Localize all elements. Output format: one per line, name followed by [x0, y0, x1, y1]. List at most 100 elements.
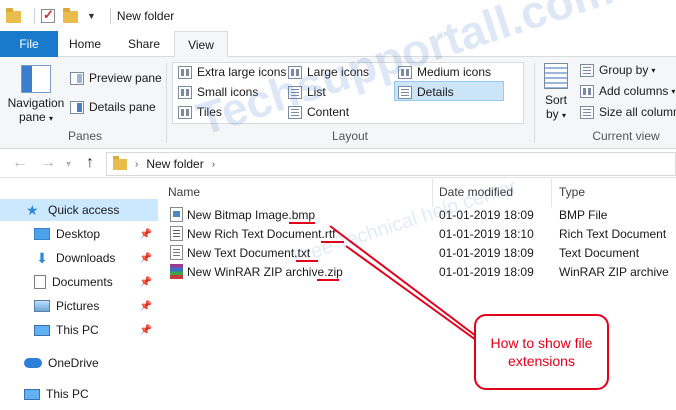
add-columns-label: Add columns [599, 84, 669, 98]
chevron-right-icon[interactable]: › [212, 159, 215, 170]
address-field[interactable]: › New folder › [106, 152, 676, 176]
details-button[interactable]: Details [398, 83, 454, 101]
extra-large-icons-button[interactable]: Extra large icons [178, 63, 286, 81]
properties-icon[interactable] [41, 7, 55, 23]
small-icons-button[interactable]: Small icons [178, 83, 258, 101]
chevron-down-icon: ▾ [671, 86, 676, 96]
content-button[interactable]: Content [288, 103, 349, 121]
sidebar-item-quick-access[interactable]: ★ Quick access [0, 199, 158, 221]
file-name: New WinRAR ZIP archive.zip [187, 265, 343, 279]
sidebar-item-onedrive[interactable]: OneDrive [0, 352, 158, 374]
file-date: 01-01-2019 18:09 [439, 208, 534, 222]
pc-icon [24, 388, 40, 400]
group-by-button[interactable]: Group by ▾ [580, 61, 655, 79]
back-arrow-icon[interactable]: ← [12, 154, 28, 172]
small-icons-label: Small icons [197, 85, 259, 99]
tab-share[interactable]: Share [116, 31, 172, 57]
zip-file-icon [170, 264, 183, 279]
tiles-label: Tiles [197, 105, 222, 119]
preview-pane-label: Preview pane [89, 71, 162, 85]
add-columns-button[interactable]: Add columns ▾ [580, 82, 675, 100]
sidebar-item-label: Desktop [56, 227, 101, 241]
divider [166, 63, 167, 143]
address-bar-row: ← → ▾ ↑ › New folder › [0, 150, 676, 178]
file-row[interactable]: New Rich Text Document.rtf 01-01-2019 18… [158, 225, 676, 244]
column-header-name[interactable]: Name [168, 185, 200, 199]
file-row[interactable]: New Text Document.txt 01-01-2019 18:09 T… [158, 244, 676, 263]
pin-icon[interactable]: 📌 [140, 277, 152, 288]
window-title: New folder [116, 8, 175, 23]
pc-icon [34, 324, 50, 336]
divider [34, 7, 35, 24]
tiles-icon [178, 105, 192, 119]
sidebar-item-label: This PC [56, 323, 99, 337]
medium-icons-button[interactable]: Medium icons [398, 63, 491, 81]
size-all-columns-button[interactable]: Size all column [580, 103, 676, 121]
onedrive-icon [24, 358, 42, 368]
file-type: WinRAR ZIP archive [559, 265, 669, 279]
desktop-icon [34, 228, 50, 240]
folder-icon[interactable] [6, 7, 22, 24]
sidebar-item-downloads[interactable]: ⬇ Downloads 📌 [0, 247, 158, 269]
current-view-group-label: Current view [592, 129, 660, 143]
sort-by-icon [544, 63, 568, 89]
file-row[interactable]: New WinRAR ZIP archive.zip 01-01-2019 18… [158, 263, 676, 282]
sidebar-item-label: Pictures [56, 299, 100, 313]
sidebar-item-this-pc[interactable]: This PC [0, 383, 158, 405]
file-name: New Bitmap Image.bmp [187, 208, 316, 222]
column-divider[interactable] [551, 179, 552, 207]
sort-by-label-2: by ▾ [545, 107, 567, 121]
txt-file-icon [170, 245, 183, 260]
navigation-pane-button[interactable]: Navigation pane ▾ [6, 65, 66, 126]
extension-underline [296, 260, 318, 262]
pin-icon[interactable]: 📌 [140, 325, 152, 336]
new-folder-icon[interactable] [63, 7, 79, 24]
pictures-icon [34, 300, 50, 312]
column-divider[interactable] [432, 179, 433, 207]
file-name: New Text Document.txt [187, 246, 311, 260]
sort-by-label: Sort [544, 93, 567, 107]
star-icon: ★ [26, 202, 39, 218]
breadcrumb-folder[interactable]: New folder [146, 157, 203, 171]
extension-underline [321, 241, 344, 243]
medium-icons-icon [398, 65, 412, 79]
pin-icon[interactable]: 📌 [140, 253, 152, 264]
pin-icon[interactable]: 📌 [140, 229, 152, 240]
chevron-down-icon: ▾ [651, 65, 656, 75]
small-icons-icon [178, 85, 192, 99]
list-button[interactable]: List [288, 83, 326, 101]
pin-icon[interactable]: 📌 [140, 301, 152, 312]
sidebar-item-pictures[interactable]: Pictures 📌 [0, 295, 158, 317]
tiles-button[interactable]: Tiles [178, 103, 222, 121]
file-row[interactable]: New Bitmap Image.bmp 01-01-2019 18:09 BM… [158, 206, 676, 225]
tab-home[interactable]: Home [60, 31, 110, 57]
column-header-type[interactable]: Type [559, 185, 585, 199]
extra-large-icons-label: Extra large icons [197, 65, 287, 79]
up-arrow-icon[interactable]: ↑ [86, 154, 94, 172]
recent-locations-icon[interactable]: ▾ [66, 159, 71, 170]
details-icon [398, 85, 412, 99]
details-pane-button[interactable]: Details pane [70, 98, 156, 116]
content-icon [288, 105, 302, 119]
folder-icon [113, 155, 127, 170]
sidebar-item-label: Downloads [56, 251, 116, 265]
sort-by-button[interactable]: Sort by ▾ [538, 63, 574, 123]
size-all-columns-label: Size all column [599, 105, 676, 119]
title-bar: ▼ New folder [0, 0, 676, 31]
tab-file[interactable]: File [0, 31, 58, 57]
column-header-date-modified[interactable]: Date modified [439, 185, 513, 199]
preview-pane-button[interactable]: Preview pane [70, 69, 162, 87]
sidebar-item-desktop[interactable]: Desktop 📌 [0, 223, 158, 245]
file-type: Rich Text Document [559, 227, 667, 241]
divider [534, 63, 535, 143]
file-date: 01-01-2019 18:09 [439, 246, 534, 260]
forward-arrow-icon[interactable]: → [40, 154, 56, 172]
sidebar-item-label: OneDrive [48, 356, 99, 370]
navigation-pane-label-2: pane ▾ [18, 110, 54, 124]
chevron-right-icon[interactable]: › [135, 159, 138, 170]
sidebar-item-this-pc-pinned[interactable]: This PC 📌 [0, 319, 158, 341]
sidebar-item-documents[interactable]: Documents 📌 [0, 271, 158, 293]
tab-view[interactable]: View [174, 31, 228, 58]
customize-toolbar-dropdown[interactable]: ▼ [87, 11, 96, 21]
large-icons-button[interactable]: Large icons [288, 63, 369, 81]
